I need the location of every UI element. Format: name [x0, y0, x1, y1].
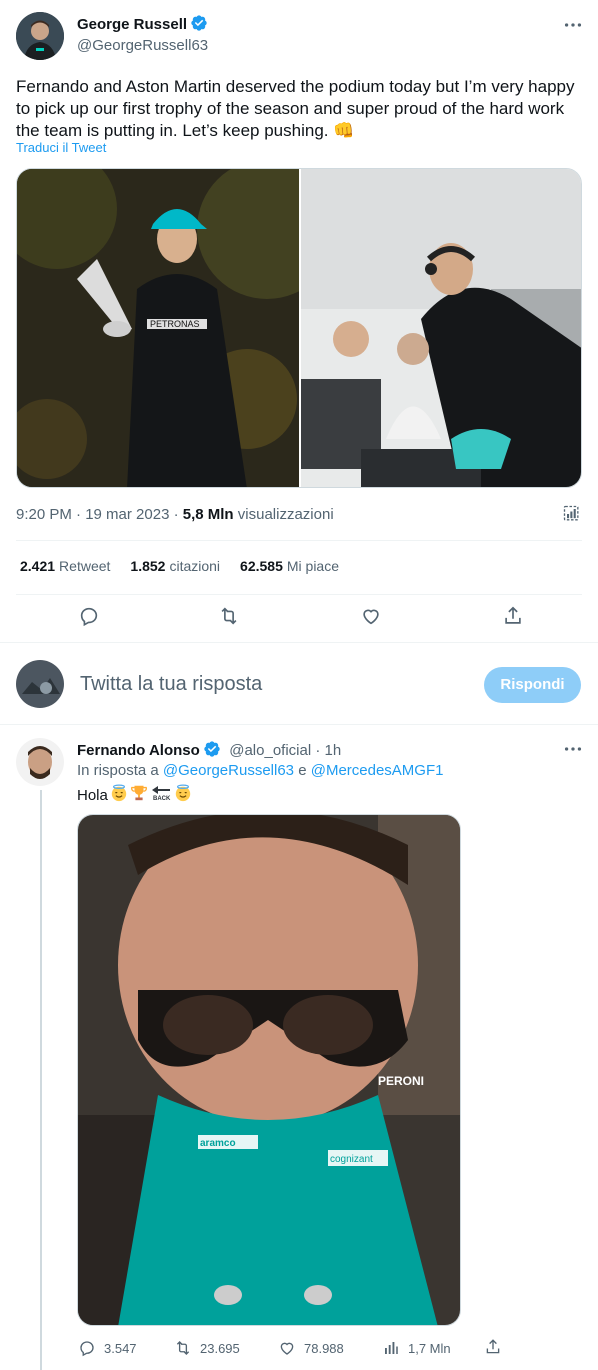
- photo-trophy[interactable]: PETRONAS: [17, 169, 337, 487]
- retweet-count: 23.695: [200, 1340, 240, 1356]
- avatar[interactable]: [16, 738, 64, 786]
- in-reply-and: e: [294, 762, 311, 779]
- likes-stat[interactable]: 62.585 Mi piace: [240, 558, 339, 576]
- svg-text:aramco: aramco: [200, 1138, 236, 1149]
- current-user-avatar[interactable]: [16, 660, 64, 708]
- author-name[interactable]: Fernando Alonso: [77, 742, 200, 759]
- halo-emoji-icon: [174, 784, 192, 806]
- reply-action[interactable]: 3.547: [78, 1339, 137, 1357]
- back-arrow-emoji-icon: BACK: [150, 784, 172, 806]
- tweet-text: Fernando and Aston Martin deserved the p…: [16, 77, 575, 140]
- reply-text: Hola: [77, 786, 108, 804]
- retweet-icon[interactable]: [218, 605, 240, 627]
- reply-input[interactable]: Twitta la tua risposta: [80, 673, 262, 696]
- like-icon: [280, 1342, 294, 1355]
- reply-icon[interactable]: [78, 605, 100, 627]
- avatar[interactable]: [16, 12, 64, 60]
- svg-text:cognizant: cognizant: [330, 1154, 373, 1165]
- like-action[interactable]: 78.988: [278, 1339, 344, 1357]
- verified-badge-icon: [190, 14, 208, 32]
- author-name[interactable]: George Russell: [77, 16, 187, 33]
- reply-button[interactable]: Rispondi: [484, 667, 581, 703]
- like-icon[interactable]: [360, 605, 382, 627]
- author-handle[interactable]: @GeorgeRussell63: [77, 37, 208, 54]
- in-reply-prefix: In risposta a: [77, 762, 163, 779]
- retweet-action[interactable]: 23.695: [174, 1339, 240, 1357]
- views-label: visualizzazioni: [233, 506, 334, 523]
- views-count: 5,8 Mln: [182, 506, 234, 523]
- reply-mention-georgerussell[interactable]: @GeorgeRussell63: [163, 762, 294, 779]
- trophy-emoji-icon: [130, 784, 148, 806]
- reply-photo[interactable]: aramco cognizant PERONI: [77, 814, 461, 1326]
- views-count: 1,7 Mln: [408, 1340, 451, 1356]
- more-options-icon[interactable]: [562, 738, 586, 762]
- like-count: 78.988: [304, 1340, 344, 1356]
- reply-mention-mercedes[interactable]: @MercedesAMGF1: [311, 762, 444, 779]
- svg-text:PERONI: PERONI: [378, 1074, 424, 1088]
- author-handle[interactable]: @alo_oficial: [229, 742, 311, 759]
- tweet-time[interactable]: · 1h: [311, 742, 341, 759]
- verified-badge-icon: [203, 740, 221, 758]
- halo-emoji-icon: [110, 784, 128, 806]
- share-icon[interactable]: [484, 1338, 502, 1361]
- views-action[interactable]: 1,7 Mln: [382, 1339, 451, 1357]
- tweet-timestamp[interactable]: 9:20 PM · 19 mar 2023 ·: [16, 506, 183, 523]
- quotes-stat[interactable]: 1.852 citazioni: [130, 558, 220, 576]
- tweet-media-grid[interactable]: PETRONAS: [16, 168, 582, 488]
- views-icon: [385, 1342, 398, 1354]
- svg-text:BACK: BACK: [153, 796, 171, 802]
- more-options-icon[interactable]: [562, 14, 586, 38]
- retweet-icon: [176, 1341, 190, 1355]
- thread-line: [40, 790, 42, 1370]
- photo-garage[interactable]: [301, 169, 581, 487]
- reply-icon: [80, 1341, 94, 1357]
- svg-text:PETRONAS: PETRONAS: [150, 319, 200, 329]
- analytics-icon[interactable]: [562, 504, 582, 529]
- translate-link[interactable]: Traduci il Tweet: [16, 140, 106, 155]
- reply-count: 3.547: [104, 1340, 137, 1356]
- share-icon[interactable]: [502, 605, 524, 627]
- retweets-stat[interactable]: 2.421 Retweet: [20, 558, 110, 576]
